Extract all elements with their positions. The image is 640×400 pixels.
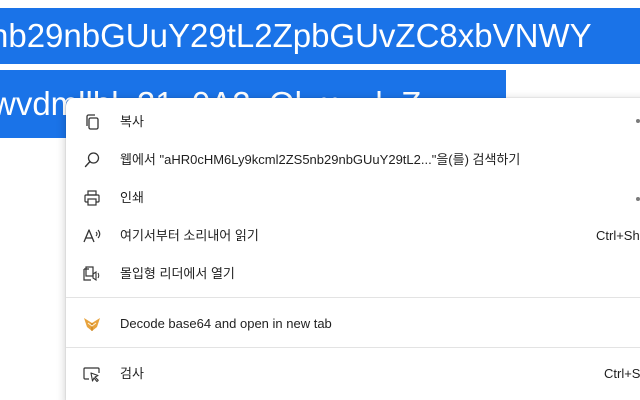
menu-item-decode-base64-label: Decode base64 and open in new tab: [120, 316, 332, 331]
browser-page: nb29nbGUuY29tL2ZpbGUvZC8xbVNWY wvdmllbl_…: [0, 0, 640, 400]
submenu-indicator-icon: [636, 197, 640, 201]
menu-item-inspect-shortcut: Ctrl+S: [604, 366, 640, 381]
menu-item-immersive-reader-label: 몰입형 리더에서 열기: [120, 266, 235, 281]
menu-item-read-aloud[interactable]: 여기서부터 소리내어 읽기 Ctrl+Sh: [66, 217, 640, 255]
selected-text-line-1[interactable]: nb29nbGUuY29tL2ZpbGUvZC8xbVNWY: [0, 8, 640, 64]
menu-item-inspect-label: 검사: [120, 366, 144, 381]
context-menu: 복사 웹에서 "aHR0cHM6Ly9kcml2ZS5nb29nbGUuY29t…: [66, 98, 640, 400]
menu-item-search-web[interactable]: 웹에서 "aHR0cHM6Ly9kcml2ZS5nb29nbGUuY29tL2.…: [66, 141, 640, 179]
extension-icon: [81, 314, 103, 334]
menu-item-copy-label: 복사: [120, 114, 144, 129]
search-icon: [81, 150, 103, 170]
copy-icon: [81, 112, 103, 132]
menu-item-print-label: 인쇄: [120, 190, 144, 205]
read-aloud-icon: [81, 226, 103, 246]
menu-item-copy[interactable]: 복사: [66, 103, 640, 141]
immersive-reader-icon: [81, 264, 103, 284]
menu-separator: [66, 297, 640, 298]
menu-item-read-aloud-label: 여기서부터 소리내어 읽기: [120, 228, 259, 243]
menu-item-decode-base64[interactable]: Decode base64 and open in new tab: [66, 305, 640, 343]
menu-item-read-aloud-shortcut: Ctrl+Sh: [596, 228, 640, 243]
menu-item-search-web-label: 웹에서 "aHR0cHM6Ly9kcml2ZS5nb29nbGUuY29tL2.…: [120, 152, 521, 167]
menu-item-inspect[interactable]: 검사 Ctrl+S: [66, 355, 640, 393]
menu-separator: [66, 347, 640, 348]
menu-item-immersive-reader[interactable]: 몰입형 리더에서 열기: [66, 255, 640, 293]
submenu-indicator-icon: [636, 119, 640, 123]
menu-item-print[interactable]: 인쇄: [66, 179, 640, 217]
inspect-icon: [81, 364, 103, 384]
print-icon: [81, 188, 103, 208]
